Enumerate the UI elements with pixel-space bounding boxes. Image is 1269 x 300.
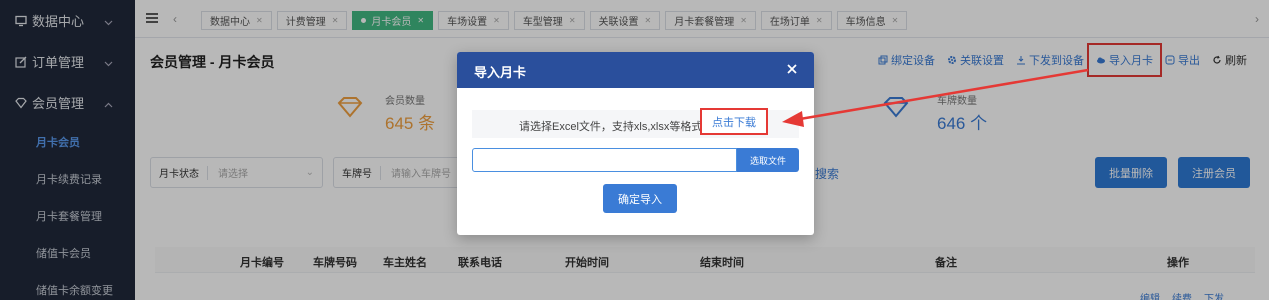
download-template-link[interactable]: 点击下载	[700, 108, 768, 135]
close-icon[interactable]	[785, 62, 799, 76]
file-path-input[interactable]	[472, 148, 737, 172]
import-card-dialog: 导入月卡 请选择Excel文件，支持xls,xlsx等格式。 点击下载 选取文件…	[457, 52, 814, 235]
choose-file-button[interactable]: 选取文件	[737, 148, 799, 172]
dialog-title: 导入月卡	[474, 65, 527, 80]
dialog-header: 导入月卡	[457, 52, 814, 88]
confirm-import-button[interactable]: 确定导入	[603, 184, 677, 213]
file-hint-text: 请选择Excel文件，支持xls,xlsx等格式。	[519, 121, 714, 133]
